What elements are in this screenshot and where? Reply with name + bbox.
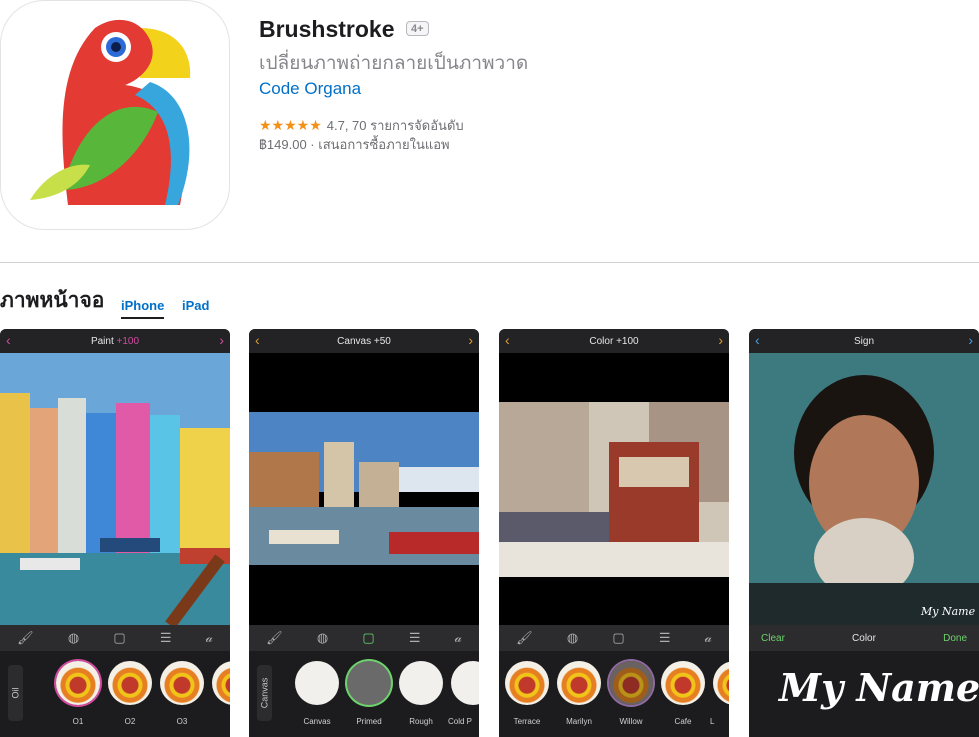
signature-pad[interactable]: My Name [749,651,979,737]
screenshot-paint[interactable]: ‹ Paint +100 › 🖌 ◍ ▢ ☰ 𝒶 Oil O1 O2 O3 [0,329,230,737]
color-thumb[interactable] [661,661,705,705]
signature-watermark: My Name [920,605,976,618]
style-thumb[interactable] [108,661,152,705]
lakeside-painting-image [249,412,479,565]
divider [0,262,979,263]
tray-category-label[interactable]: Canvas [257,665,272,721]
palette-icon[interactable]: ◍ [567,630,578,646]
signature-icon[interactable]: 𝒶 [206,630,213,646]
screen-title-bar: ‹ Paint +100 › [0,329,230,353]
color-thumb-label: Cafe [674,717,692,726]
screen-title: Sign [853,335,874,347]
sliders-icon[interactable]: ☰ [659,630,671,646]
app-icon [0,0,230,230]
screenshots-title: ภาพหน้าจอ [0,289,105,312]
signature-icon[interactable]: 𝒶 [705,630,712,646]
style-thumb[interactable] [160,661,204,705]
color-thumb[interactable] [505,661,549,705]
canvas-easel-icon[interactable]: ▢ [612,630,624,646]
color-button[interactable]: Color [852,633,876,644]
style-thumb-label: O3 [176,717,188,726]
app-title: Brushstroke [259,16,395,42]
tool-bar: 🖌 ◍ ▢ ☰ 𝒶 [0,625,230,651]
canvas-thumb-label: Canvas [303,717,331,726]
age-rating-badge: 4+ [406,21,429,36]
brush-icon[interactable]: 🖌 [17,630,34,646]
style-thumb-label: O2 [124,717,136,726]
color-thumb-label: Terrace [513,717,541,726]
chevron-right-icon: › [718,332,723,348]
color-thumb[interactable] [713,661,729,705]
clear-button[interactable]: Clear [761,633,785,644]
screen-title: Color +100 [589,335,639,347]
rating-text: 4.7, 70 รายการจัดอันดับ [326,118,464,133]
parrot-logo-icon [30,19,191,206]
screenshot-sign[interactable]: ‹ Sign › My Name Clear Color Done My Nam… [749,329,979,737]
screenshot-canvas[interactable]: ‹ Canvas +50 › 🖌 ◍ ▢ ☰ 𝒶 Canvas Canvas P… [249,329,479,737]
done-button[interactable]: Done [943,633,967,644]
tray-category-label[interactable]: Oil [8,665,23,721]
canvas-thumb[interactable] [347,661,391,705]
canvas-tray: Canvas Canvas Primed Rough Cold P [249,651,479,737]
signature-icon[interactable]: 𝒶 [455,630,462,646]
chevron-right-icon: › [219,332,224,348]
color-thumb-label: Marilyn [566,717,592,726]
tool-bar: 🖌 ◍ ▢ ☰ 𝒶 [249,625,479,651]
color-thumb-label: L [710,717,715,726]
signature-text: My Name [779,665,979,710]
chevron-left-icon: ‹ [6,332,11,348]
sliders-icon[interactable]: ☰ [160,630,172,646]
color-thumb[interactable] [609,661,653,705]
style-thumb[interactable] [212,661,230,705]
chevron-right-icon: › [968,332,973,348]
canvas-thumb-label: Primed [356,717,382,726]
color-tray: Terrace Marilyn Willow Cafe L [499,651,729,737]
screen-title-bar: ‹ Canvas +50 › [249,329,479,353]
screenshot-color[interactable]: ‹ Color +100 › 🖌 ◍ ▢ ☰ 𝒶 Terrace Marilyn… [499,329,729,737]
canvas-thumb[interactable] [295,661,339,705]
canvas-easel-icon[interactable]: ▢ [113,630,125,646]
canvas-thumb-label: Rough [409,717,433,726]
color-thumb[interactable] [557,661,601,705]
screen-title-bar: ‹ Sign › [749,329,979,353]
chevron-right-icon: › [468,332,473,348]
color-thumb-label: Willow [619,717,643,726]
style-thumb-label: O1 [72,717,84,726]
sign-toolbar: Clear Color Done [749,625,979,651]
canvas-thumb-label: Cold P [448,717,473,726]
canvas-thumb[interactable] [399,661,443,705]
style-thumb[interactable] [56,661,100,705]
portrait-painting-image: My Name [749,353,979,625]
star-rating-icon: ★★★★★ [259,117,322,133]
chevron-left-icon: ‹ [505,332,510,348]
developer-link[interactable]: Code Organa [259,79,361,99]
price-text: ฿149.00 · เสนอการซื้อภายในแอพ [259,137,450,152]
screen-title: Paint [90,335,114,347]
brush-icon[interactable]: 🖌 [266,630,283,646]
venice-painting-image [0,353,230,625]
screen-title-bar: ‹ Color +100 › [499,329,729,353]
canvas-thumb[interactable] [451,661,479,705]
style-tray: Oil O1 O2 O3 [0,651,230,737]
chevron-left-icon: ‹ [255,332,260,348]
palette-icon[interactable]: ◍ [68,630,79,646]
brush-icon[interactable]: 🖌 [516,630,533,646]
app-subtitle: เปลี่ยนภาพถ่ายกลายเป็นภาพวาด [259,53,529,74]
sliders-icon[interactable]: ☰ [409,630,421,646]
tab-iphone[interactable]: iPhone [121,298,165,319]
tool-bar: 🖌 ◍ ▢ ☰ 𝒶 [499,625,729,651]
tab-ipad[interactable]: iPad [182,298,209,317]
screen-title-accent: +100 [116,335,140,347]
screen-title: Canvas +50 [337,335,391,347]
rating-row: ★★★★★ 4.7, 70 รายการจัดอันดับ [259,115,464,136]
palette-icon[interactable]: ◍ [317,630,328,646]
street-tram-painting-image [499,402,729,577]
chevron-left-icon: ‹ [755,332,760,348]
canvas-easel-icon[interactable]: ▢ [362,630,374,646]
